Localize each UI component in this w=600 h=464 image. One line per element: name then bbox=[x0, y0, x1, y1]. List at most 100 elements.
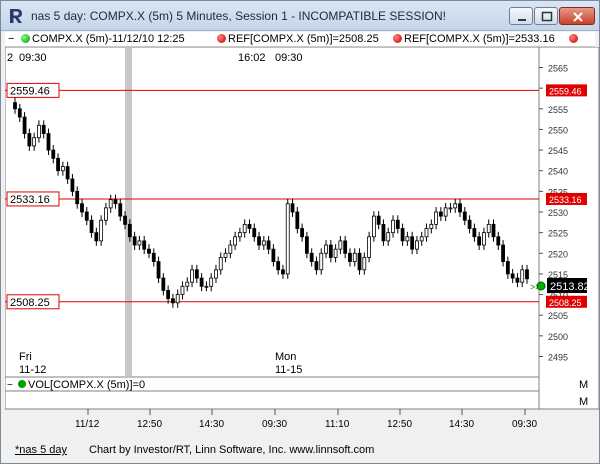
candle-body bbox=[486, 223, 491, 234]
app-logo-icon[interactable] bbox=[7, 7, 25, 25]
candle-body bbox=[46, 133, 51, 151]
top-time-label: 09:30 bbox=[19, 52, 47, 64]
candle-body bbox=[166, 290, 171, 300]
price-chart[interactable]: 2 09:30 16:02 09:30 2559.46 2533.16 2508.2… bbox=[4, 46, 600, 442]
candle-body bbox=[204, 285, 209, 288]
candle-body bbox=[17, 108, 22, 118]
candle-body bbox=[309, 252, 314, 262]
candle-body bbox=[185, 281, 190, 287]
candle-body bbox=[94, 232, 99, 242]
legend-ref2-label: REF[COMPX.X (5m)]=2533.16 bbox=[404, 33, 555, 45]
maximize-button[interactable] bbox=[534, 7, 558, 25]
candle-body bbox=[352, 252, 357, 262]
price-tick-label: 2500 bbox=[548, 332, 568, 342]
title-bar[interactable]: nas 5 day: COMPX.X (5m) 5 Minutes, Sessi… bbox=[1, 1, 599, 31]
minimize-button[interactable] bbox=[509, 7, 533, 25]
time-tick-label: 09:30 bbox=[512, 419, 537, 430]
ref-line-label: 2559.46 bbox=[10, 85, 50, 97]
current-price-label: 2513.82 bbox=[550, 281, 590, 293]
ref-axis-label: 2508.25 bbox=[549, 298, 582, 308]
close-icon bbox=[573, 12, 583, 22]
candle-body bbox=[324, 244, 328, 254]
green-dot-icon bbox=[18, 380, 26, 388]
time-tick-label: 11/12 bbox=[75, 419, 100, 430]
legend-item-price[interactable]: COMPX.X (5m)-11/12/10 12:25 bbox=[21, 33, 185, 45]
candle-body bbox=[108, 199, 113, 209]
candle-body bbox=[22, 116, 27, 134]
candle-body bbox=[171, 298, 175, 304]
candle-body bbox=[362, 257, 367, 271]
ref-axis-label: 2559.46 bbox=[549, 86, 582, 96]
day-label-date: 11-15 bbox=[275, 364, 302, 376]
candle-body bbox=[257, 236, 261, 246]
candle-body bbox=[127, 223, 132, 238]
candle-body bbox=[491, 223, 496, 238]
candle-body bbox=[290, 203, 295, 213]
candle-body bbox=[65, 166, 70, 180]
candle-body bbox=[180, 285, 185, 295]
time-tick-label: 12:50 bbox=[387, 419, 412, 430]
candle-body bbox=[161, 277, 166, 291]
close-button[interactable] bbox=[559, 7, 595, 25]
time-tick-label: 14:30 bbox=[199, 419, 224, 430]
chart-page-tab[interactable]: *nas 5 day bbox=[15, 444, 67, 456]
candle-body bbox=[438, 211, 443, 217]
candle-body bbox=[285, 203, 290, 275]
candle-body bbox=[194, 269, 199, 279]
price-tick-label: 2565 bbox=[548, 64, 568, 74]
legend-item-ref-3[interactable] bbox=[569, 33, 580, 45]
candle-body bbox=[371, 215, 376, 238]
status-bar: *nas 5 day Chart by Investor/RT, Linn So… bbox=[5, 442, 597, 460]
candle-body bbox=[32, 137, 37, 147]
top-time-label: 09:30 bbox=[275, 52, 303, 64]
candle-body bbox=[520, 269, 525, 283]
price-tick-label: 2545 bbox=[548, 146, 568, 156]
legend-collapse-marker[interactable]: − bbox=[8, 33, 14, 45]
legend-item-ref-1[interactable]: REF[COMPX.X (5m)]=2508.25 bbox=[217, 33, 379, 45]
candle-body bbox=[477, 236, 482, 246]
candle-body bbox=[99, 219, 104, 242]
candle-body bbox=[175, 294, 180, 304]
candle-body bbox=[525, 269, 529, 280]
candle-body bbox=[453, 203, 458, 209]
candle-body bbox=[37, 124, 41, 139]
candle-body bbox=[104, 207, 108, 221]
day-label-weekday: Fri bbox=[19, 351, 32, 363]
candle-body bbox=[242, 223, 247, 234]
candle-body bbox=[13, 102, 17, 110]
candle-body bbox=[261, 240, 266, 246]
candle-body bbox=[338, 240, 343, 250]
candle-body bbox=[462, 211, 467, 221]
legend-item-ref-2[interactable]: REF[COMPX.X (5m)]=2533.16 bbox=[393, 33, 555, 45]
volume-close-marker[interactable]: M bbox=[579, 379, 588, 391]
candle-body bbox=[386, 232, 391, 242]
volume-collapse-marker[interactable]: − bbox=[7, 380, 13, 391]
candle-body bbox=[510, 273, 515, 279]
time-tick-label: 14:30 bbox=[449, 419, 474, 430]
day-label-weekday: Mon bbox=[275, 351, 296, 363]
candle-body bbox=[271, 248, 276, 262]
time-axis-pane bbox=[4, 390, 540, 410]
candle-body bbox=[281, 269, 285, 275]
candle-body bbox=[295, 211, 300, 229]
price-tick-label: 2550 bbox=[548, 125, 568, 135]
candle-body bbox=[84, 211, 89, 221]
price-tick-label: 2520 bbox=[548, 249, 568, 259]
candle-body bbox=[123, 215, 127, 225]
candle-body bbox=[472, 228, 477, 238]
candle-body bbox=[118, 203, 123, 217]
chart-area[interactable]: 2 09:30 16:02 09:30 2559.46 2533.16 2508.2… bbox=[4, 46, 600, 457]
candle-body bbox=[147, 248, 151, 254]
candle-body bbox=[300, 228, 305, 238]
time-tick-label: 11:10 bbox=[325, 419, 350, 430]
time-axis-close-marker[interactable]: M bbox=[579, 396, 588, 408]
price-tick-label: 2495 bbox=[548, 352, 568, 362]
price-tick-label: 2530 bbox=[548, 208, 568, 218]
candle-body bbox=[415, 240, 419, 250]
maximize-icon bbox=[541, 11, 553, 22]
candle-body bbox=[419, 236, 424, 242]
candle-body bbox=[482, 232, 486, 246]
candle-body bbox=[429, 223, 434, 229]
candle-body bbox=[448, 207, 453, 210]
candle-body bbox=[199, 277, 204, 287]
